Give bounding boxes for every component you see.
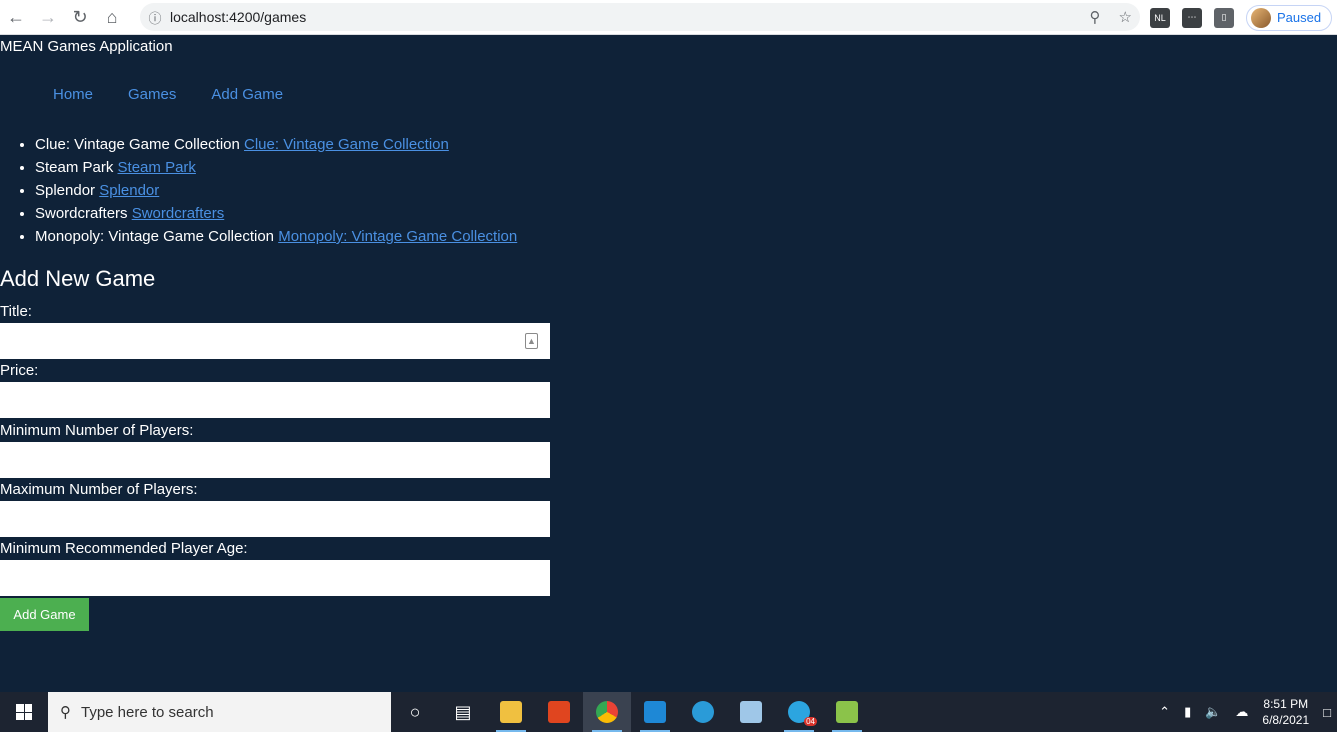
cortana-icon[interactable]: ○ (391, 692, 439, 732)
search-placeholder: Type here to search (81, 703, 214, 721)
url-text[interactable]: localhost:4200/games (170, 9, 306, 25)
price-input[interactable] (0, 382, 550, 418)
page-content: MEAN Games Application Home Games Add Ga… (0, 35, 1337, 692)
game-link[interactable]: Splendor (99, 182, 159, 199)
profile-status: Paused (1277, 10, 1322, 25)
taskbar: ⚲ Type here to search ○ ▤ 04 ⌃ ▮ 🔈 ☁ 8:5… (0, 692, 1337, 732)
max-players-field-group: Maximum Number of Players: (0, 481, 550, 537)
list-item: Steam Park Steam Park (35, 158, 517, 181)
bookmark-star-icon[interactable]: ☆ (1119, 8, 1132, 26)
forward-icon[interactable]: → (32, 1, 64, 33)
chrome-icon[interactable] (583, 692, 631, 732)
min-age-field-group: Minimum Recommended Player Age: (0, 540, 550, 596)
windows-start-icon[interactable] (0, 692, 48, 732)
autofill-icon[interactable]: ▲ (525, 333, 538, 349)
reload-icon[interactable]: ↻ (64, 1, 96, 33)
game-link[interactable]: Clue: Vintage Game Collection (244, 136, 449, 153)
notification-icon[interactable]: □ (1323, 705, 1331, 720)
list-item: Clue: Vintage Game Collection Clue: Vint… (35, 135, 517, 158)
price-label: Price: (0, 362, 39, 379)
notepad-plus-icon[interactable] (823, 692, 871, 732)
games-list: Clue: Vintage Game Collection Clue: Vint… (35, 135, 517, 250)
cloud-icon[interactable]: ☁ (1235, 704, 1248, 720)
language-extension-icon[interactable]: NL (1150, 7, 1170, 28)
avatar (1251, 7, 1271, 28)
nav-home-link[interactable]: Home (53, 86, 93, 103)
nav-add-game-link[interactable]: Add Game (211, 86, 283, 103)
clock[interactable]: 8:51 PM 6/8/2021 (1262, 696, 1309, 728)
game-link[interactable]: Monopoly: Vintage Game Collection (278, 228, 517, 245)
extension-icon[interactable]: ⋯ (1182, 7, 1202, 28)
max-players-input[interactable] (0, 501, 550, 537)
game-link[interactable]: Steam Park (118, 159, 196, 176)
battery-icon[interactable]: ▮ (1184, 704, 1191, 720)
nav-games-link[interactable]: Games (128, 86, 176, 103)
form-heading: Add New Game (0, 266, 156, 291)
address-bar[interactable]: ⓘ localhost:4200/games ⚲ ☆ (140, 3, 1140, 31)
add-game-button[interactable]: Add Game (0, 598, 89, 631)
title-input[interactable]: ▲ (0, 323, 550, 359)
title-label: Title: (0, 303, 32, 320)
home-icon[interactable]: ⌂ (96, 1, 128, 33)
max-players-label: Maximum Number of Players: (0, 481, 198, 498)
list-item: Swordcrafters Swordcrafters (35, 204, 517, 227)
system-tray: ⌃ ▮ 🔈 ☁ 8:51 PM 6/8/2021 □ (1159, 692, 1337, 732)
zoom-icon[interactable]: ⚲ (1090, 8, 1101, 26)
min-players-field-group: Minimum Number of Players: (0, 422, 550, 478)
game-title: Clue: Vintage Game Collection (35, 136, 240, 153)
price-field-group: Price: (0, 362, 550, 418)
telegram-icon[interactable]: 04 (775, 692, 823, 732)
file-explorer-icon[interactable] (487, 692, 535, 732)
app-title: MEAN Games Application (0, 38, 173, 55)
search-icon: ⚲ (60, 704, 71, 721)
office-icon[interactable] (535, 692, 583, 732)
clock-date: 6/8/2021 (1262, 713, 1310, 727)
site-info-icon[interactable]: ⓘ (140, 8, 170, 27)
game-title: Monopoly: Vintage Game Collection (35, 228, 275, 245)
list-item: Monopoly: Vintage Game Collection Monopo… (35, 227, 517, 250)
taskbar-search[interactable]: ⚲ Type here to search (48, 692, 391, 732)
game-title: Splendor (35, 182, 96, 199)
edge-icon[interactable] (679, 692, 727, 732)
list-item: Splendor Splendor (35, 181, 517, 204)
profile-button[interactable]: Paused (1246, 4, 1333, 31)
notes-app-icon[interactable] (727, 692, 775, 732)
game-link[interactable]: Swordcrafters (132, 205, 225, 222)
back-icon[interactable]: ← (0, 1, 32, 33)
main-nav: Home Games Add Game (53, 86, 283, 103)
game-title: Swordcrafters (35, 205, 128, 222)
extensions-puzzle-icon[interactable]: ▯ (1214, 7, 1234, 28)
vscode-icon[interactable] (631, 692, 679, 732)
min-age-label: Minimum Recommended Player Age: (0, 540, 248, 557)
game-title: Steam Park (35, 159, 114, 176)
min-age-input[interactable] (0, 560, 550, 596)
chevron-up-icon[interactable]: ⌃ (1159, 704, 1170, 720)
clock-time: 8:51 PM (1263, 697, 1309, 711)
min-players-label: Minimum Number of Players: (0, 422, 194, 439)
min-players-input[interactable] (0, 442, 550, 478)
browser-toolbar: ← → ↻ ⌂ ⓘ localhost:4200/games ⚲ ☆ NL ⋯ … (0, 0, 1337, 35)
task-view-icon[interactable]: ▤ (439, 692, 487, 732)
telegram-badge: 04 (804, 717, 817, 726)
volume-muted-icon[interactable]: 🔈 (1205, 704, 1221, 720)
title-field-group: Title: ▲ (0, 303, 550, 359)
